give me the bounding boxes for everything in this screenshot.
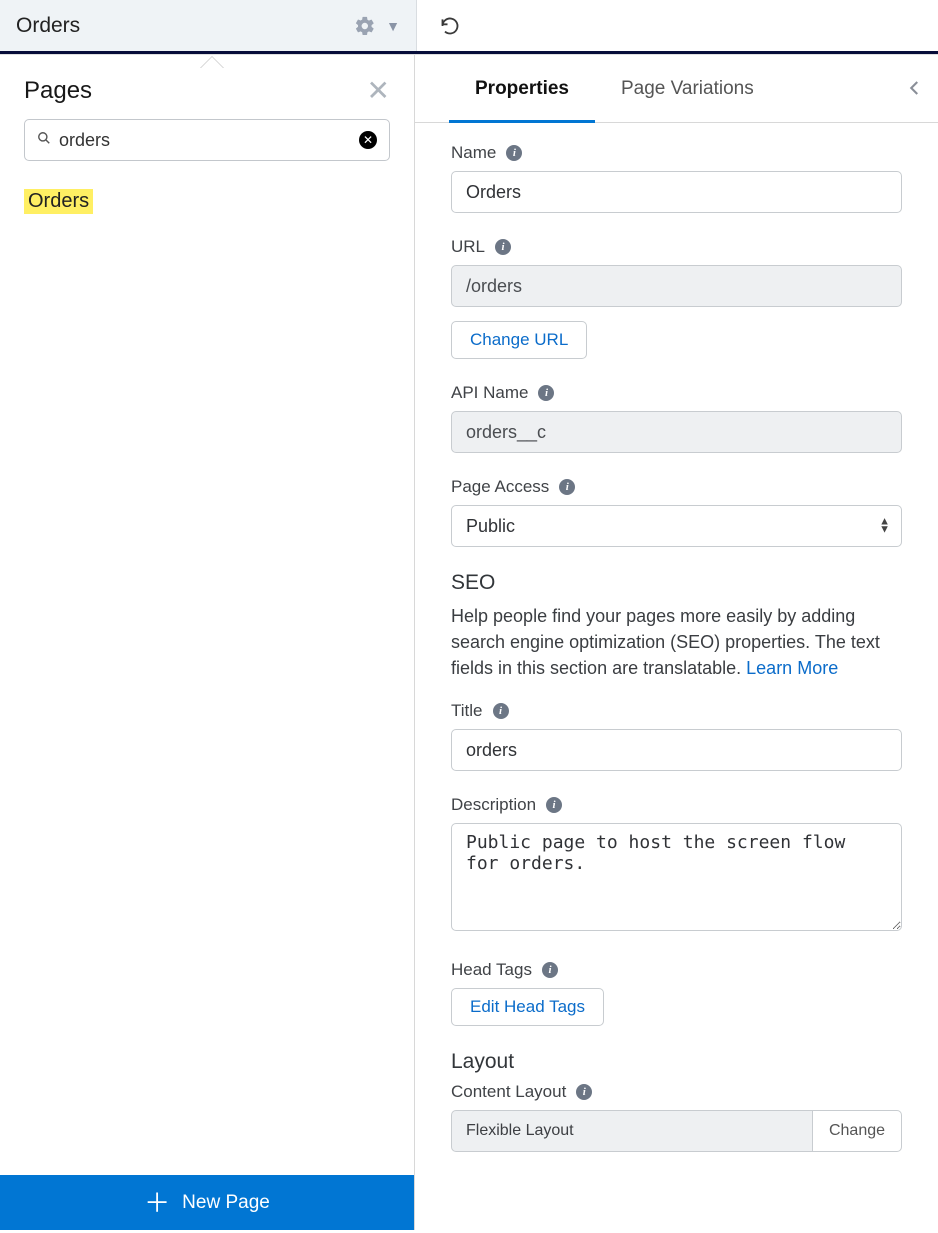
search-icon [37,131,51,149]
chevron-down-icon[interactable]: ▼ [386,18,400,34]
gear-icon[interactable] [350,11,380,41]
title-input[interactable] [451,729,902,771]
title-label: Title [451,701,483,721]
result-item-orders[interactable]: Orders [24,189,93,214]
pages-panel-title: Pages [24,77,92,105]
url-label: URL [451,237,485,257]
layout-heading: Layout [451,1050,902,1074]
description-label: Description [451,795,536,815]
popover-notch [200,57,224,69]
info-icon[interactable]: i [559,479,575,495]
info-icon[interactable]: i [542,962,558,978]
form: Name i URL i Change URL API Name [415,123,938,1230]
search-box: ✕ [24,119,390,161]
plus-icon: ＋ [144,1190,170,1216]
learn-more-link[interactable]: Learn More [746,658,838,678]
close-icon[interactable]: ✕ [367,77,390,105]
page-access-select[interactable]: Public [451,505,902,547]
tab-page-variations[interactable]: Page Variations [595,55,780,122]
topbar: Orders ▼ [0,0,938,54]
info-icon[interactable]: i [493,703,509,719]
clear-search-icon[interactable]: ✕ [359,131,377,149]
edit-head-tags-button[interactable]: Edit Head Tags [451,988,604,1026]
tab-label: Page Variations [621,78,754,100]
description-textarea[interactable] [451,823,902,931]
info-icon[interactable]: i [546,797,562,813]
page-access-label: Page Access [451,477,549,497]
properties-panel: Properties Page Variations Name i [415,55,938,1230]
tab-properties[interactable]: Properties [449,55,595,122]
tabs: Properties Page Variations [415,55,938,123]
content-layout-label: Content Layout [451,1082,566,1102]
new-page-label: New Page [182,1192,270,1214]
current-page-title: Orders [16,14,350,38]
head-tags-label: Head Tags [451,960,532,980]
page-selector[interactable]: Orders ▼ [0,0,417,51]
api-name-label: API Name [451,383,528,403]
name-input[interactable] [451,171,902,213]
seo-heading: SEO [451,571,902,595]
search-input[interactable] [51,130,359,151]
change-layout-button[interactable]: Change [812,1110,902,1152]
info-icon[interactable]: i [495,239,511,255]
topbar-right [417,0,938,51]
info-icon[interactable]: i [538,385,554,401]
search-results: Orders [0,161,414,1175]
info-icon[interactable]: i [506,145,522,161]
seo-help-text: Help people find your pages more easily … [451,603,902,681]
tab-label: Properties [475,78,569,100]
new-page-button[interactable]: ＋ New Page [0,1175,414,1230]
page-access-value: Public [466,516,515,537]
content-layout-value: Flexible Layout [451,1110,812,1152]
api-name-input [451,411,902,453]
chevron-left-icon[interactable] [906,75,924,106]
refresh-icon[interactable] [435,11,465,41]
name-label: Name [451,143,496,163]
change-url-button[interactable]: Change URL [451,321,587,359]
url-input [451,265,902,307]
pages-panel: Pages ✕ ✕ Orders ＋ New Page [0,55,415,1230]
info-icon[interactable]: i [576,1084,592,1100]
